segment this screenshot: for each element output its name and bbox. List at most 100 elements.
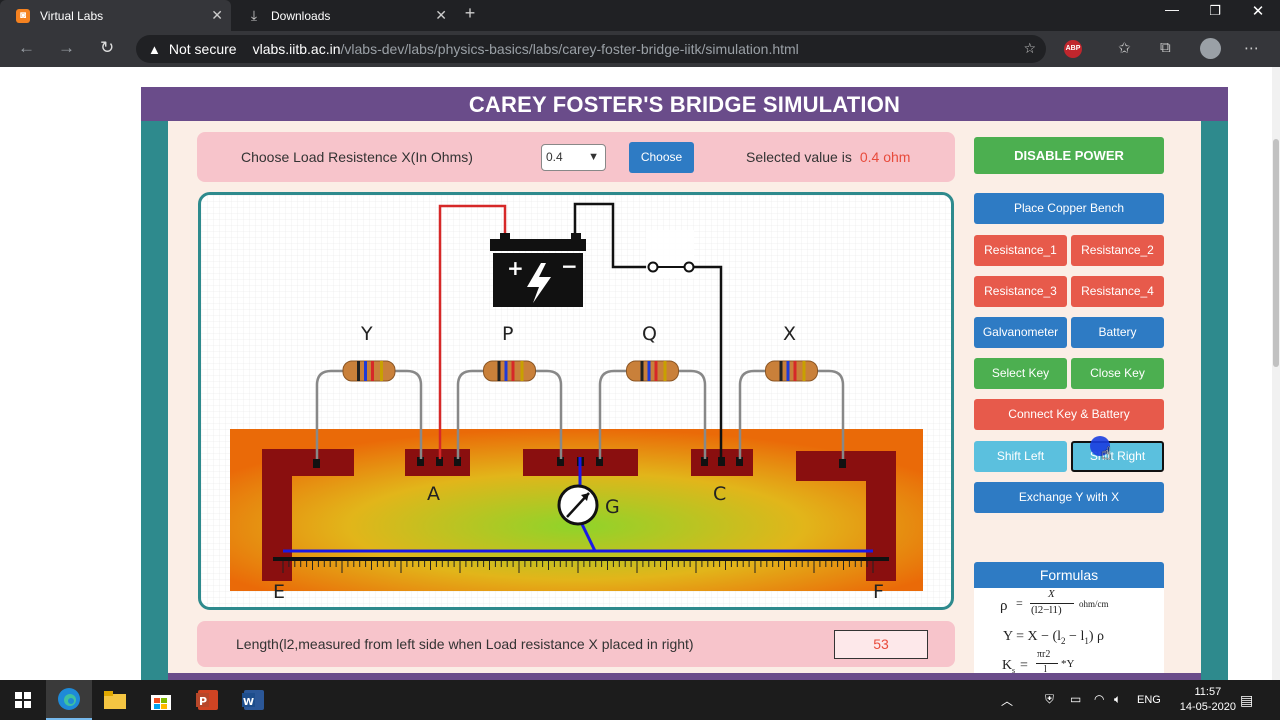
ks-fraction-bar bbox=[1036, 663, 1058, 664]
chevron-down-icon: ▼ bbox=[588, 151, 599, 163]
rho-equals: = bbox=[1016, 596, 1023, 610]
hand-cursor-icon: ☝ bbox=[1101, 444, 1112, 463]
powerpoint-icon[interactable]: P bbox=[184, 680, 230, 720]
rho-denominator: (l2−l1) bbox=[1031, 604, 1062, 616]
load-resistance-select[interactable]: 0.4 ▼ bbox=[541, 144, 606, 171]
length-label: Length(l2,measured from left side when L… bbox=[236, 636, 694, 652]
rho-symbol: ρ bbox=[1000, 598, 1008, 614]
tab-title: Downloads bbox=[271, 8, 331, 23]
new-tab-plus-icon[interactable]: + bbox=[455, 3, 485, 24]
formulas-title: Formulas bbox=[974, 562, 1164, 588]
download-icon: ⤓ bbox=[250, 7, 258, 23]
volume-icon[interactable]: 🔈︎ bbox=[1114, 692, 1121, 707]
battery-icon: + − bbox=[490, 233, 586, 307]
connect-key-battery-button[interactable]: Connect Key & Battery bbox=[974, 399, 1164, 430]
close-key-button[interactable]: Close Key bbox=[1071, 358, 1164, 389]
adblock-extension-icon[interactable]: ABP bbox=[1064, 40, 1082, 58]
url-path: /vlabs-dev/labs/physics-basics/labs/care… bbox=[340, 41, 799, 57]
word-icon[interactable]: W bbox=[230, 680, 276, 720]
tab-virtual-labs[interactable]: ◙ Virtual Labs ✕ bbox=[0, 0, 231, 31]
shift-right-button[interactable]: Shift Right bbox=[1071, 441, 1164, 472]
shift-left-button[interactable]: Shift Left bbox=[974, 441, 1067, 472]
wifi-icon[interactable]: ◠ bbox=[1094, 692, 1104, 706]
browser-toolbar: ← → ↻ ▲ Not secure vlabs.iitb.ac.in/vlab… bbox=[0, 31, 1280, 67]
browser-tab-strip: ◙ Virtual Labs ✕ ⤓ Downloads ✕ + — ❐ ✕ bbox=[0, 0, 1280, 31]
selected-value-text: Selected value is 0.4 ohm bbox=[746, 149, 910, 165]
formulas-panel: Formulas ρ = X (l2−l1) ohm/cm Y = X − (l… bbox=[974, 562, 1164, 680]
language-indicator[interactable]: ENG bbox=[1137, 694, 1161, 706]
resistance-1-button[interactable]: Resistance_1 bbox=[974, 235, 1067, 266]
url-host: vlabs.iitb.ac.in bbox=[252, 41, 341, 57]
svg-text:W: W bbox=[243, 697, 254, 708]
choose-button[interactable]: Choose bbox=[629, 142, 694, 173]
load-selection-bar: Choose Load Resistence X(In Ohms) 0.4 ▼ … bbox=[197, 132, 955, 182]
tray-app-icon[interactable]: ▭ bbox=[1070, 692, 1081, 706]
restore-icon[interactable]: ❐ bbox=[1200, 3, 1230, 19]
circuit-canvas[interactable]: + − Y P Q X A C G E F bbox=[198, 192, 954, 610]
junction-label-a: A bbox=[427, 483, 440, 505]
frame-bottom-bar bbox=[168, 673, 1201, 680]
end-label-f: F bbox=[873, 581, 884, 603]
address-bar[interactable]: ▲ Not secure vlabs.iitb.ac.in/vlabs-dev/… bbox=[136, 35, 1046, 63]
tray-chevron-up-icon[interactable]: ︿ bbox=[1001, 692, 1013, 709]
security-shield-icon[interactable]: ⛨ bbox=[1045, 692, 1054, 707]
galvanometer-button[interactable]: Galvanometer bbox=[974, 317, 1067, 348]
notifications-icon[interactable]: ▤ bbox=[1240, 692, 1253, 709]
minimize-icon[interactable]: — bbox=[1157, 1, 1187, 17]
length-value-box: 53 bbox=[834, 630, 928, 659]
windows-taskbar: P W ︿ ⛨ ▭ ◠ 🔈︎ ENG 11:57 14-05-2020 ▤ bbox=[0, 680, 1280, 720]
resistance-2-button[interactable]: Resistance_2 bbox=[1071, 235, 1164, 266]
svg-text:P: P bbox=[199, 695, 207, 708]
battery-button[interactable]: Battery bbox=[1071, 317, 1164, 348]
simulation-panel: Choose Load Resistence X(In Ohms) 0.4 ▼ … bbox=[168, 121, 1201, 680]
length-readout-bar: Length(l2,measured from left side when L… bbox=[197, 621, 955, 667]
close-tab-icon[interactable]: ✕ bbox=[211, 7, 223, 24]
exchange-y-x-button[interactable]: Exchange Y with X bbox=[974, 482, 1164, 513]
disable-power-button[interactable]: DISABLE POWER bbox=[974, 137, 1164, 174]
tab-title: Virtual Labs bbox=[40, 8, 104, 23]
load-select-value: 0.4 bbox=[546, 150, 563, 164]
profile-avatar-icon[interactable] bbox=[1200, 38, 1221, 59]
star-favorite-icon[interactable]: ☆ bbox=[1023, 40, 1036, 57]
forward-arrow-icon[interactable]: → bbox=[58, 38, 75, 58]
file-explorer-icon[interactable] bbox=[92, 680, 138, 720]
rho-unit: ohm/cm bbox=[1079, 599, 1109, 609]
more-menu-icon[interactable]: ⋯ bbox=[1244, 39, 1259, 57]
resistance-3-button[interactable]: Resistance_3 bbox=[974, 276, 1067, 307]
selected-label: Selected value is bbox=[746, 149, 852, 165]
galvanometer-icon bbox=[557, 484, 599, 526]
rho-numerator: X bbox=[1048, 588, 1055, 600]
plug-key-icon bbox=[647, 261, 659, 273]
clock-time: 11:57 bbox=[1194, 686, 1222, 698]
page-scrollbar[interactable] bbox=[1272, 67, 1280, 680]
system-clock[interactable]: 11:57 14-05-2020 bbox=[1180, 685, 1236, 715]
place-copper-bench-button[interactable]: Place Copper Bench bbox=[974, 193, 1164, 224]
collections-icon[interactable]: ⧉ bbox=[1160, 39, 1171, 56]
favorites-icon[interactable]: ✩ bbox=[1118, 39, 1131, 57]
resistor-label-p: P bbox=[502, 323, 513, 345]
end-label-e: E bbox=[273, 581, 285, 603]
back-arrow-icon[interactable]: ← bbox=[18, 38, 35, 58]
windows-start-icon[interactable] bbox=[0, 680, 46, 720]
virtual-labs-favicon-icon: ◙ bbox=[16, 8, 30, 23]
selected-value: 0.4 ohm bbox=[859, 149, 911, 165]
resistance-4-button[interactable]: Resistance_4 bbox=[1071, 276, 1164, 307]
warning-triangle-icon[interactable]: ▲ bbox=[148, 42, 161, 57]
clock-date: 14-05-2020 bbox=[1179, 701, 1236, 713]
security-label: Not secure bbox=[168, 41, 237, 57]
load-label: Choose Load Resistence X(In Ohms) bbox=[241, 149, 473, 165]
y-formula: Y = X − (l2 − l1) ρ bbox=[1003, 629, 1104, 646]
plug-key-icon bbox=[683, 261, 695, 273]
scrollbar-thumb[interactable] bbox=[1273, 139, 1279, 367]
reload-icon[interactable]: ↻ bbox=[100, 38, 114, 58]
close-window-icon[interactable]: ✕ bbox=[1243, 2, 1273, 20]
store-icon[interactable] bbox=[138, 680, 184, 720]
select-key-button[interactable]: Select Key bbox=[974, 358, 1067, 389]
circuit-diagram: + − Y P Q X A C G E F bbox=[201, 195, 951, 607]
formulas-body: ρ = X (l2−l1) ohm/cm Y = X − (l2 − l1) ρ… bbox=[974, 588, 1164, 680]
resistor-label-q: Q bbox=[642, 323, 657, 345]
edge-browser-icon[interactable] bbox=[46, 680, 92, 720]
tab-downloads[interactable]: ⤓ Downloads ✕ bbox=[231, 0, 455, 31]
svg-text:+: + bbox=[507, 256, 524, 280]
close-tab-icon[interactable]: ✕ bbox=[435, 7, 447, 24]
